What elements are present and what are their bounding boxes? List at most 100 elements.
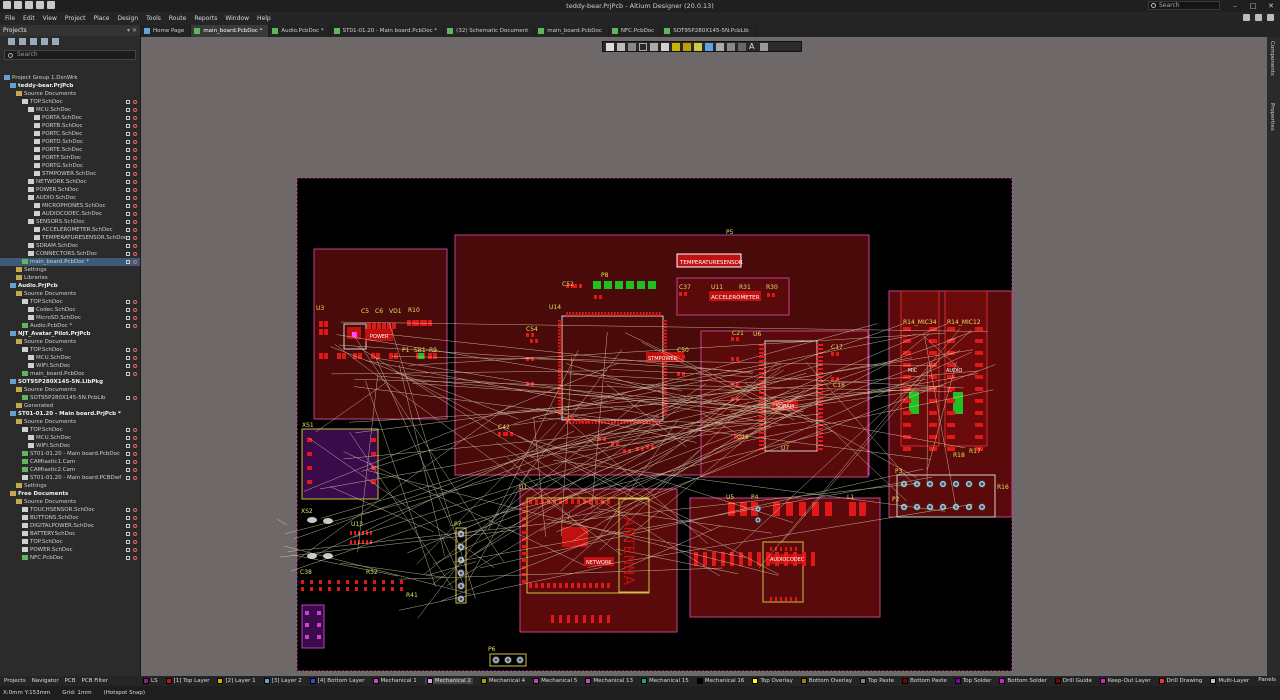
layer-tab[interactable]: Bottom Paste [902,678,947,684]
document-tab[interactable]: Audio.PcbDoc * [269,25,331,37]
tree-item[interactable]: STMPOWER.SchDoc [0,170,140,178]
tree-item[interactable]: BATTERY.SchDoc [0,530,140,538]
tab-navigator[interactable]: Navigator [32,678,59,684]
tree-item[interactable]: NETWORK.SchDoc [0,178,140,186]
layer-tab[interactable]: Drill Guide [1054,678,1092,684]
tree-item[interactable]: WIFI.SchDoc [0,442,140,450]
layer-tab[interactable]: Top Overlay [752,678,793,684]
maximize-button[interactable]: □ [1244,0,1262,12]
menu-project[interactable]: Project [65,15,86,22]
menu-window[interactable]: Window [225,15,249,22]
minimize-button[interactable]: – [1226,0,1244,12]
tree-item[interactable]: TEMPERATURESENSOR.SchDoc [0,234,140,242]
tree-item[interactable]: Free Documents [0,490,140,498]
tree-item[interactable]: NJT_Avatar_Pilot.PrjPcb [0,330,140,338]
tree-item[interactable]: PORTE.SchDoc [0,146,140,154]
notifications-icon[interactable] [1255,14,1262,21]
tree-item[interactable]: SOT95P280X145-5N.PcbLib [0,394,140,402]
tree-item[interactable]: PORTG.SchDoc [0,162,140,170]
tree-item[interactable]: Project Group 1.DsnWrk [0,74,140,82]
layer-tab[interactable]: Mechanical 13 [585,678,633,684]
tree-item[interactable]: POWER.SchDoc [0,546,140,554]
menu-design[interactable]: Design [117,15,138,22]
tree-item[interactable]: DIGITALPOWER.SchDoc [0,522,140,530]
tree-item[interactable]: PORTF.SchDoc [0,154,140,162]
tree-item[interactable]: Libraries [0,274,140,282]
pcb-canvas[interactable]: A P5 TEMPERATURESENSOR ACCELEROMETER STM… [141,37,1267,676]
layer-tab[interactable]: Mechanical 15 [641,678,689,684]
document-tab[interactable]: NFC.PcbDoc [609,25,662,37]
open-folder-icon[interactable] [30,38,37,45]
tree-item[interactable]: Source Documents [0,90,140,98]
layer-tab[interactable]: Bottom Solder [999,678,1047,684]
menu-route[interactable]: Route [169,15,186,22]
tree-item[interactable]: Settings [0,482,140,490]
tree-item[interactable]: MicroSD.SchDoc [0,314,140,322]
tree-item[interactable]: AUDIOCODEC.SchDoc [0,210,140,218]
layer-tab[interactable]: Mechanical 16 [696,678,744,684]
settings-gear-icon[interactable] [52,38,59,45]
menu-help[interactable]: Help [257,15,271,22]
tree-item[interactable]: TOP.SchDoc [0,346,140,354]
tree-item[interactable]: teddy-bear.PrjPcb [0,82,140,90]
layer-tab[interactable]: Mechanical 5 [533,678,577,684]
tree-item[interactable]: SDRAM.SchDoc [0,242,140,250]
document-tab[interactable]: main_board.PcbDoc [535,25,609,37]
layer-tab[interactable]: Drill Drawing [1158,678,1202,684]
home-icon[interactable] [1243,14,1250,21]
layer-tab[interactable]: Top Paste [860,678,894,684]
tree-item[interactable]: Source Documents [0,418,140,426]
tree-item[interactable]: ACCELEROMETER.SchDoc [0,226,140,234]
menu-tools[interactable]: Tools [146,15,161,22]
tree-item[interactable]: Source Documents [0,386,140,394]
tree-item[interactable]: SOT95P280X145-5N.LibPkg [0,378,140,386]
tree-item[interactable]: ST01-01.20 - Main board.PrjPcb * [0,410,140,418]
tree-item[interactable]: SENSORS.SchDoc [0,218,140,226]
tree-item[interactable]: PORTA.SchDoc [0,114,140,122]
document-tab[interactable]: main_board.PcbDoc * [191,25,270,37]
menu-reports[interactable]: Reports [194,15,217,22]
tree-item[interactable]: CONNECTORS.SchDoc [0,250,140,258]
tree-item[interactable]: TOP.SchDoc [0,298,140,306]
tree-item[interactable]: MCU.SchDoc [0,434,140,442]
tree-item[interactable]: TOUCHSENSOR.SchDoc [0,506,140,514]
menu-view[interactable]: View [43,15,57,22]
tree-item[interactable]: Source Documents [0,338,140,346]
layer-tab[interactable]: LS [143,678,158,684]
menu-edit[interactable]: Edit [23,15,35,22]
tab-projects[interactable]: Projects [4,678,26,684]
properties-panel-tab[interactable]: Properties [1269,103,1275,131]
layer-tab[interactable]: Bottom Overlay [800,678,852,684]
tree-item[interactable]: MCU.SchDoc [0,354,140,362]
layer-tab[interactable]: Multi-Layer [1210,678,1249,684]
tab-pcb-filter[interactable]: PCB Filter [82,678,108,684]
user-icon[interactable] [1267,14,1274,21]
tree-item[interactable]: Audio.PcbDoc * [0,322,140,330]
components-panel-tab[interactable]: Components [1269,41,1275,76]
tree-item[interactable]: main_board.PcbDoc [0,370,140,378]
tree-item[interactable]: Audio.PrjPcb [0,282,140,290]
tree-item[interactable]: WIFI.SchDoc [0,362,140,370]
close-project-icon[interactable] [41,38,48,45]
close-button[interactable]: ✕ [1262,0,1280,12]
tree-item[interactable]: MICROPHONES.SchDoc [0,202,140,210]
tree-item[interactable]: MCU.SchDoc [0,106,140,114]
menu-file[interactable]: File [5,15,15,22]
tree-item[interactable]: CAMtastic1.Cam [0,458,140,466]
tree-item[interactable]: POWER.SchDoc [0,186,140,194]
tree-item[interactable]: TOP.SchDoc [0,538,140,546]
layer-tab[interactable]: [3] Layer 2 [263,678,302,684]
tree-item[interactable]: Source Documents [0,498,140,506]
tree-item[interactable]: Codec.SchDoc [0,306,140,314]
panels-button[interactable]: Panels [1258,677,1276,683]
tree-item[interactable]: Source Documents [0,290,140,298]
tree-item[interactable]: ST01-01.20 - Main board.PcbDoc [0,450,140,458]
menu-place[interactable]: Place [93,15,109,22]
tree-item[interactable]: BUTTONS.SchDoc [0,514,140,522]
tree-item[interactable]: TOP.SchDoc [0,426,140,434]
layer-tab[interactable]: [1] Top Layer [165,678,209,684]
document-tab[interactable]: Home Page [141,25,192,37]
layer-tab[interactable]: [4] Bottom Layer [309,678,365,684]
tree-item[interactable]: AUDIO.SchDoc [0,194,140,202]
layer-tab[interactable]: Keep-Out Layer [1099,678,1151,684]
